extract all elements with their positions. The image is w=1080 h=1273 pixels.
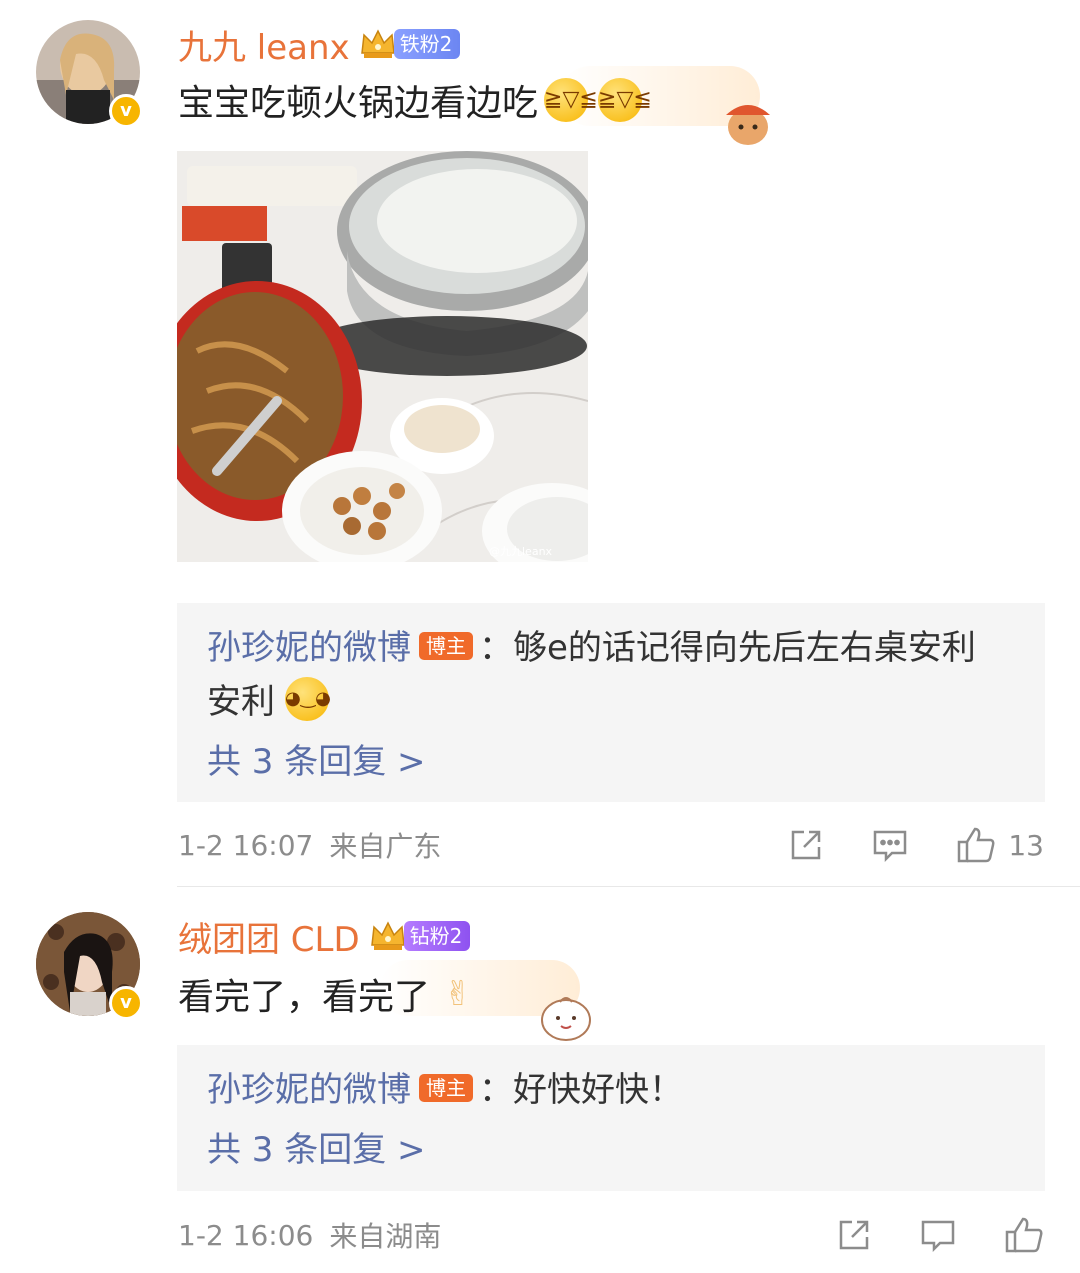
comment-button[interactable] [872, 827, 908, 863]
reply-line: 孙珍妮的微博 博主 ：够e的话记得向先后左右桌安利 [207, 621, 1015, 675]
comment-time: 1-2 16:07 [178, 828, 314, 862]
meta-row: 1-2 16:07 来自广东 13 [178, 820, 1044, 870]
host-badge: 博主 [419, 1074, 473, 1102]
view-replies-link[interactable]: 共 3 条回复 > [207, 731, 1015, 793]
comment-time: 1-2 16:06 [178, 1218, 314, 1252]
reply-author[interactable]: 孙珍妮的微博 [207, 1070, 411, 1110]
fan-badge: 铁粉2 [393, 29, 461, 59]
comment-location: 来自广东 [329, 830, 442, 863]
share-button[interactable] [788, 827, 824, 863]
victory-hand-icon: ✌ [443, 974, 473, 1014]
reply-line-cont: 安利 ◕‿◕ [207, 675, 1015, 729]
crown-icon [370, 921, 405, 950]
share-icon [839, 1220, 869, 1250]
like-button[interactable]: 13 [956, 826, 1044, 864]
name-row: 九九 leanx 铁粉2 [178, 20, 461, 69]
comment-item: v 绒团团 CLD 钻粉2 看完了，看完了 ✌ 孙珍妮的微博 博主 ：好快好快！ 共… [0, 890, 1080, 1273]
meta-row: 1-2 16:06 来自湖南 [178, 1210, 1044, 1260]
reply-author[interactable]: 孙珍妮的微博 [207, 628, 411, 668]
comment-text: 宝宝吃顿火锅边看边吃 [178, 83, 539, 124]
comment-actions [788, 1210, 1044, 1260]
comment-text: 看完了，看完了 [178, 977, 431, 1018]
laughing-emoji-icon: ≧▽≦ [598, 78, 652, 122]
username[interactable]: 九九 leanx [178, 20, 350, 69]
share-button[interactable] [836, 1217, 872, 1253]
host-badge: 博主 [419, 632, 473, 660]
comment-photo[interactable]: @九九leanx [177, 151, 588, 562]
like-button[interactable] [1004, 1216, 1044, 1254]
reply-line: 孙珍妮的微博 博主 ：好快好快！ [207, 1063, 1015, 1117]
username[interactable]: 绒团团 CLD [178, 912, 360, 961]
comment-divider [177, 886, 1080, 887]
bear-sticker-icon [726, 105, 770, 145]
fan-badge: 钻粉2 [403, 921, 471, 951]
reply-box[interactable]: 孙珍妮的微博 博主 ：好快好快！ 共 3 条回复 > [177, 1045, 1045, 1191]
reply-text: ：够e的话记得向先后左右桌安利 [479, 628, 976, 668]
comment-button[interactable] [920, 1217, 956, 1253]
comment-actions: 13 [740, 820, 1044, 870]
comment-text-row: 看完了，看完了 ✌ [178, 964, 480, 1024]
reply-text-cont: 安利 [207, 682, 275, 722]
reply-text: ：好快好快！ [479, 1070, 683, 1110]
share-icon [792, 830, 821, 860]
comment-item: v 九九 leanx 铁粉2 宝宝吃顿火锅边看边吃 ≧▽≦ ≧▽≦ @九九lea… [0, 0, 1080, 890]
pleading-emoji-icon: ◕‿◕ [285, 677, 331, 721]
like-count: 13 [1008, 828, 1044, 862]
reply-box[interactable]: 孙珍妮的微博 博主 ：够e的话记得向先后左右桌安利 安利 ◕‿◕ 共 3 条回复 > [177, 603, 1045, 802]
name-row: 绒团团 CLD 钻粉2 [178, 912, 471, 961]
verified-icon: v [109, 986, 143, 1020]
like-icon [1005, 1217, 1043, 1253]
verified-icon: v [109, 94, 143, 128]
bun-sticker-icon [541, 997, 591, 1041]
comment-location: 来自湖南 [329, 1220, 442, 1253]
crown-icon [360, 29, 395, 58]
photo-watermark: @九九leanx [489, 545, 553, 558]
laughing-emoji-icon: ≧▽≦ [544, 78, 598, 122]
comment-text-row: 宝宝吃顿火锅边看边吃 ≧▽≦ ≧▽≦ [178, 70, 652, 130]
like-icon [958, 827, 995, 863]
comment-icon [874, 830, 907, 863]
view-replies-link[interactable]: 共 3 条回复 > [207, 1119, 1015, 1181]
comment-icon [921, 1220, 955, 1253]
